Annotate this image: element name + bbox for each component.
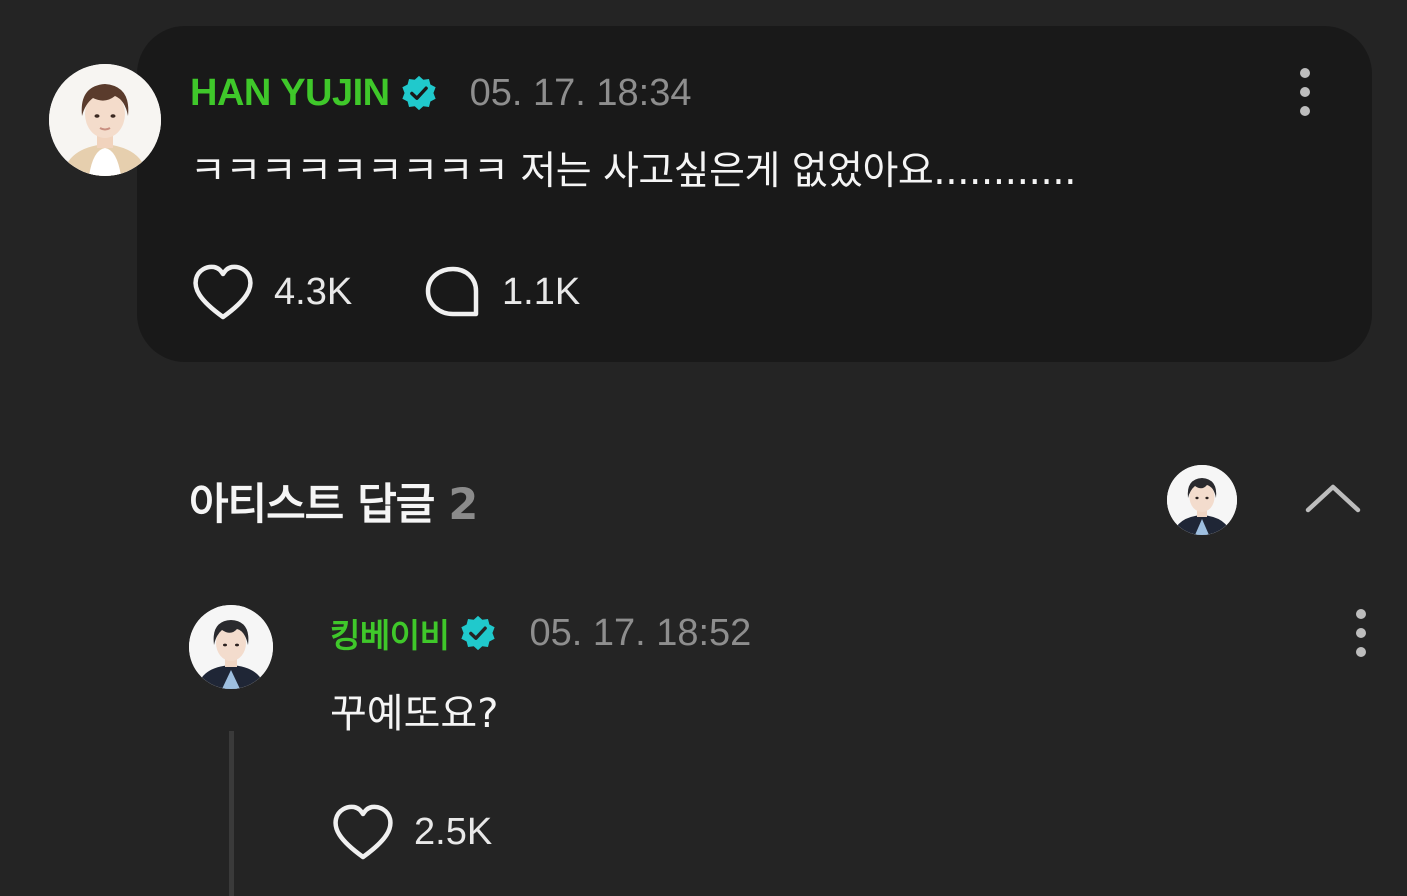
comment-timestamp: 05. 17. 18:34 (469, 71, 692, 114)
comment-author-row: HAN YUJIN 05. 17. 18:34 (190, 68, 691, 118)
reply-count: 1.1K (502, 270, 581, 313)
reply-like-button[interactable]: 2.5K (330, 802, 492, 862)
heart-icon (193, 264, 253, 320)
artist-replies-header: 아티스트 답글 2 (189, 470, 478, 532)
artist-replies-title: 아티스트 답글 (189, 480, 435, 530)
more-vertical-icon[interactable] (1341, 605, 1381, 661)
comment-text: ㅋㅋㅋㅋㅋㅋㅋㅋㅋ 저는 사고싶은게 없었아요............ (190, 149, 1077, 194)
reply-timestamp: 05. 17. 18:52 (529, 611, 752, 654)
reply-text: 꾸예또요? (330, 691, 499, 737)
reply-like-count: 2.5K (414, 810, 493, 853)
verified-badge-icon (400, 74, 438, 112)
speech-bubble-icon (425, 266, 479, 317)
like-count: 4.3K (274, 270, 353, 313)
author-name[interactable]: HAN YUJIN (190, 72, 390, 115)
artist-replies-count: 2 (448, 480, 478, 530)
chevron-up-icon[interactable] (1300, 474, 1366, 524)
more-vertical-icon[interactable] (1285, 64, 1325, 120)
reply-button[interactable]: 1.1K (422, 262, 580, 322)
thread-line (229, 731, 234, 896)
reply-author-name[interactable]: 킹베이비 (330, 609, 450, 657)
author-avatar[interactable] (49, 64, 161, 176)
comment-thread-page: HAN YUJIN 05. 17. 18:34 ㅋㅋㅋㅋㅋㅋㅋㅋㅋ 저는 사고싶… (0, 0, 1407, 896)
artist-avatar-small[interactable] (1167, 465, 1237, 535)
reply-author-avatar[interactable] (189, 605, 273, 689)
verified-badge-icon (459, 614, 497, 652)
reply-author-row: 킹베이비 05. 17. 18:52 (330, 608, 751, 658)
like-button[interactable]: 4.3K (190, 262, 352, 322)
heart-icon (333, 804, 393, 860)
